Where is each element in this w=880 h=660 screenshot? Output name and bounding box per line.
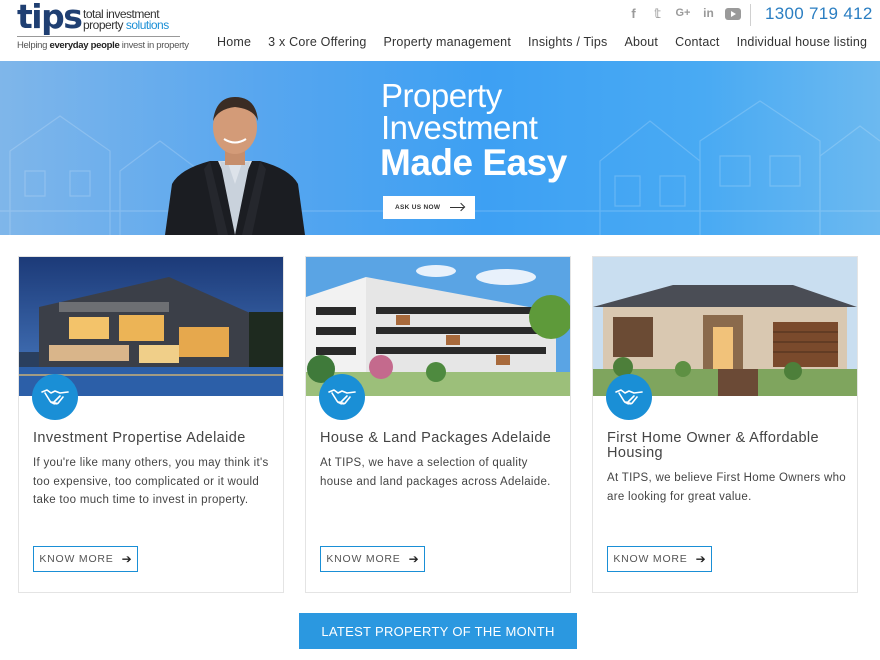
arrow-right-icon: ➔ — [408, 552, 419, 566]
card-title[interactable]: First Home Owner & Affordable Housing — [607, 431, 847, 461]
arrow-right-icon — [450, 207, 465, 208]
hero-title-line-3: Made Easy — [380, 142, 567, 183]
handshake-icon — [606, 374, 652, 420]
card-title[interactable]: Investment Propertise Adelaide — [33, 431, 273, 446]
handshake-icon — [319, 374, 365, 420]
nav-insights-tips[interactable]: Insights / Tips — [528, 35, 607, 49]
card-description: If you're like many others, you may thin… — [33, 457, 269, 507]
know-more-label: KNOW MORE — [39, 553, 114, 565]
latest-property-button[interactable]: LATEST PROPERTY OF THE MONTH — [299, 613, 577, 649]
know-more-label: KNOW MORE — [326, 553, 401, 565]
arrow-right-icon: ➔ — [121, 552, 132, 566]
hero-title-line-1: Property — [381, 77, 502, 114]
logo-tagline: Helping everyday people invest in proper… — [17, 40, 189, 51]
card-title[interactable]: House & Land Packages Adelaide — [320, 431, 560, 446]
main-nav: Home 3 x Core Offering Property manageme… — [217, 35, 867, 49]
know-more-button[interactable]: KNOW MORE ➔ — [607, 546, 712, 572]
nav-core-offering[interactable]: 3 x Core Offering — [268, 35, 366, 49]
service-card-house-land: House & Land Packages Adelaide At TIPS, … — [305, 256, 571, 593]
nav-contact[interactable]: Contact — [675, 35, 719, 49]
logo-line-2: property solutions — [83, 18, 169, 32]
service-card-investment: Investment Propertise Adelaide If you're… — [18, 256, 284, 593]
facebook-icon[interactable]: f — [626, 6, 641, 21]
hero-title-line-2: Investment — [381, 109, 538, 146]
nav-about[interactable]: About — [624, 35, 658, 49]
logo-divider — [17, 36, 180, 37]
social-links: f 𝕥 G+ in — [626, 6, 741, 21]
logo-wordmark: tips — [17, 0, 83, 36]
ask-us-now-button[interactable]: ASK US NOW — [383, 196, 475, 219]
nav-property-management[interactable]: Property management — [384, 35, 511, 49]
agent-portrait — [165, 97, 305, 235]
nav-home[interactable]: Home — [217, 35, 251, 49]
know-more-label: KNOW MORE — [613, 553, 688, 565]
site-header: tips total investment property solutions… — [0, 0, 880, 60]
header-divider — [750, 4, 751, 26]
google-plus-icon[interactable]: G+ — [674, 6, 692, 21]
know-more-button[interactable]: KNOW MORE ➔ — [33, 546, 138, 572]
service-card-first-home: First Home Owner & Affordable Housing At… — [592, 256, 858, 593]
hero-banner: Property Investment Made Easy ASK US NOW — [0, 61, 880, 235]
tips-logo[interactable]: tips total investment property solutions… — [17, 0, 189, 53]
card-description: At TIPS, we believe First Home Owners wh… — [607, 472, 846, 503]
youtube-icon[interactable] — [725, 8, 741, 20]
twitter-icon[interactable]: 𝕥 — [650, 6, 665, 21]
handshake-icon — [32, 374, 78, 420]
arrow-right-icon: ➔ — [695, 552, 706, 566]
nav-individual-house-listing[interactable]: Individual house listing — [737, 35, 868, 49]
linkedin-icon[interactable]: in — [701, 6, 716, 21]
ask-us-now-label: ASK US NOW — [395, 204, 441, 211]
card-description: At TIPS, we have a selection of quality … — [320, 457, 551, 488]
phone-number[interactable]: 1300 719 412 — [765, 4, 873, 24]
know-more-button[interactable]: KNOW MORE ➔ — [320, 546, 425, 572]
